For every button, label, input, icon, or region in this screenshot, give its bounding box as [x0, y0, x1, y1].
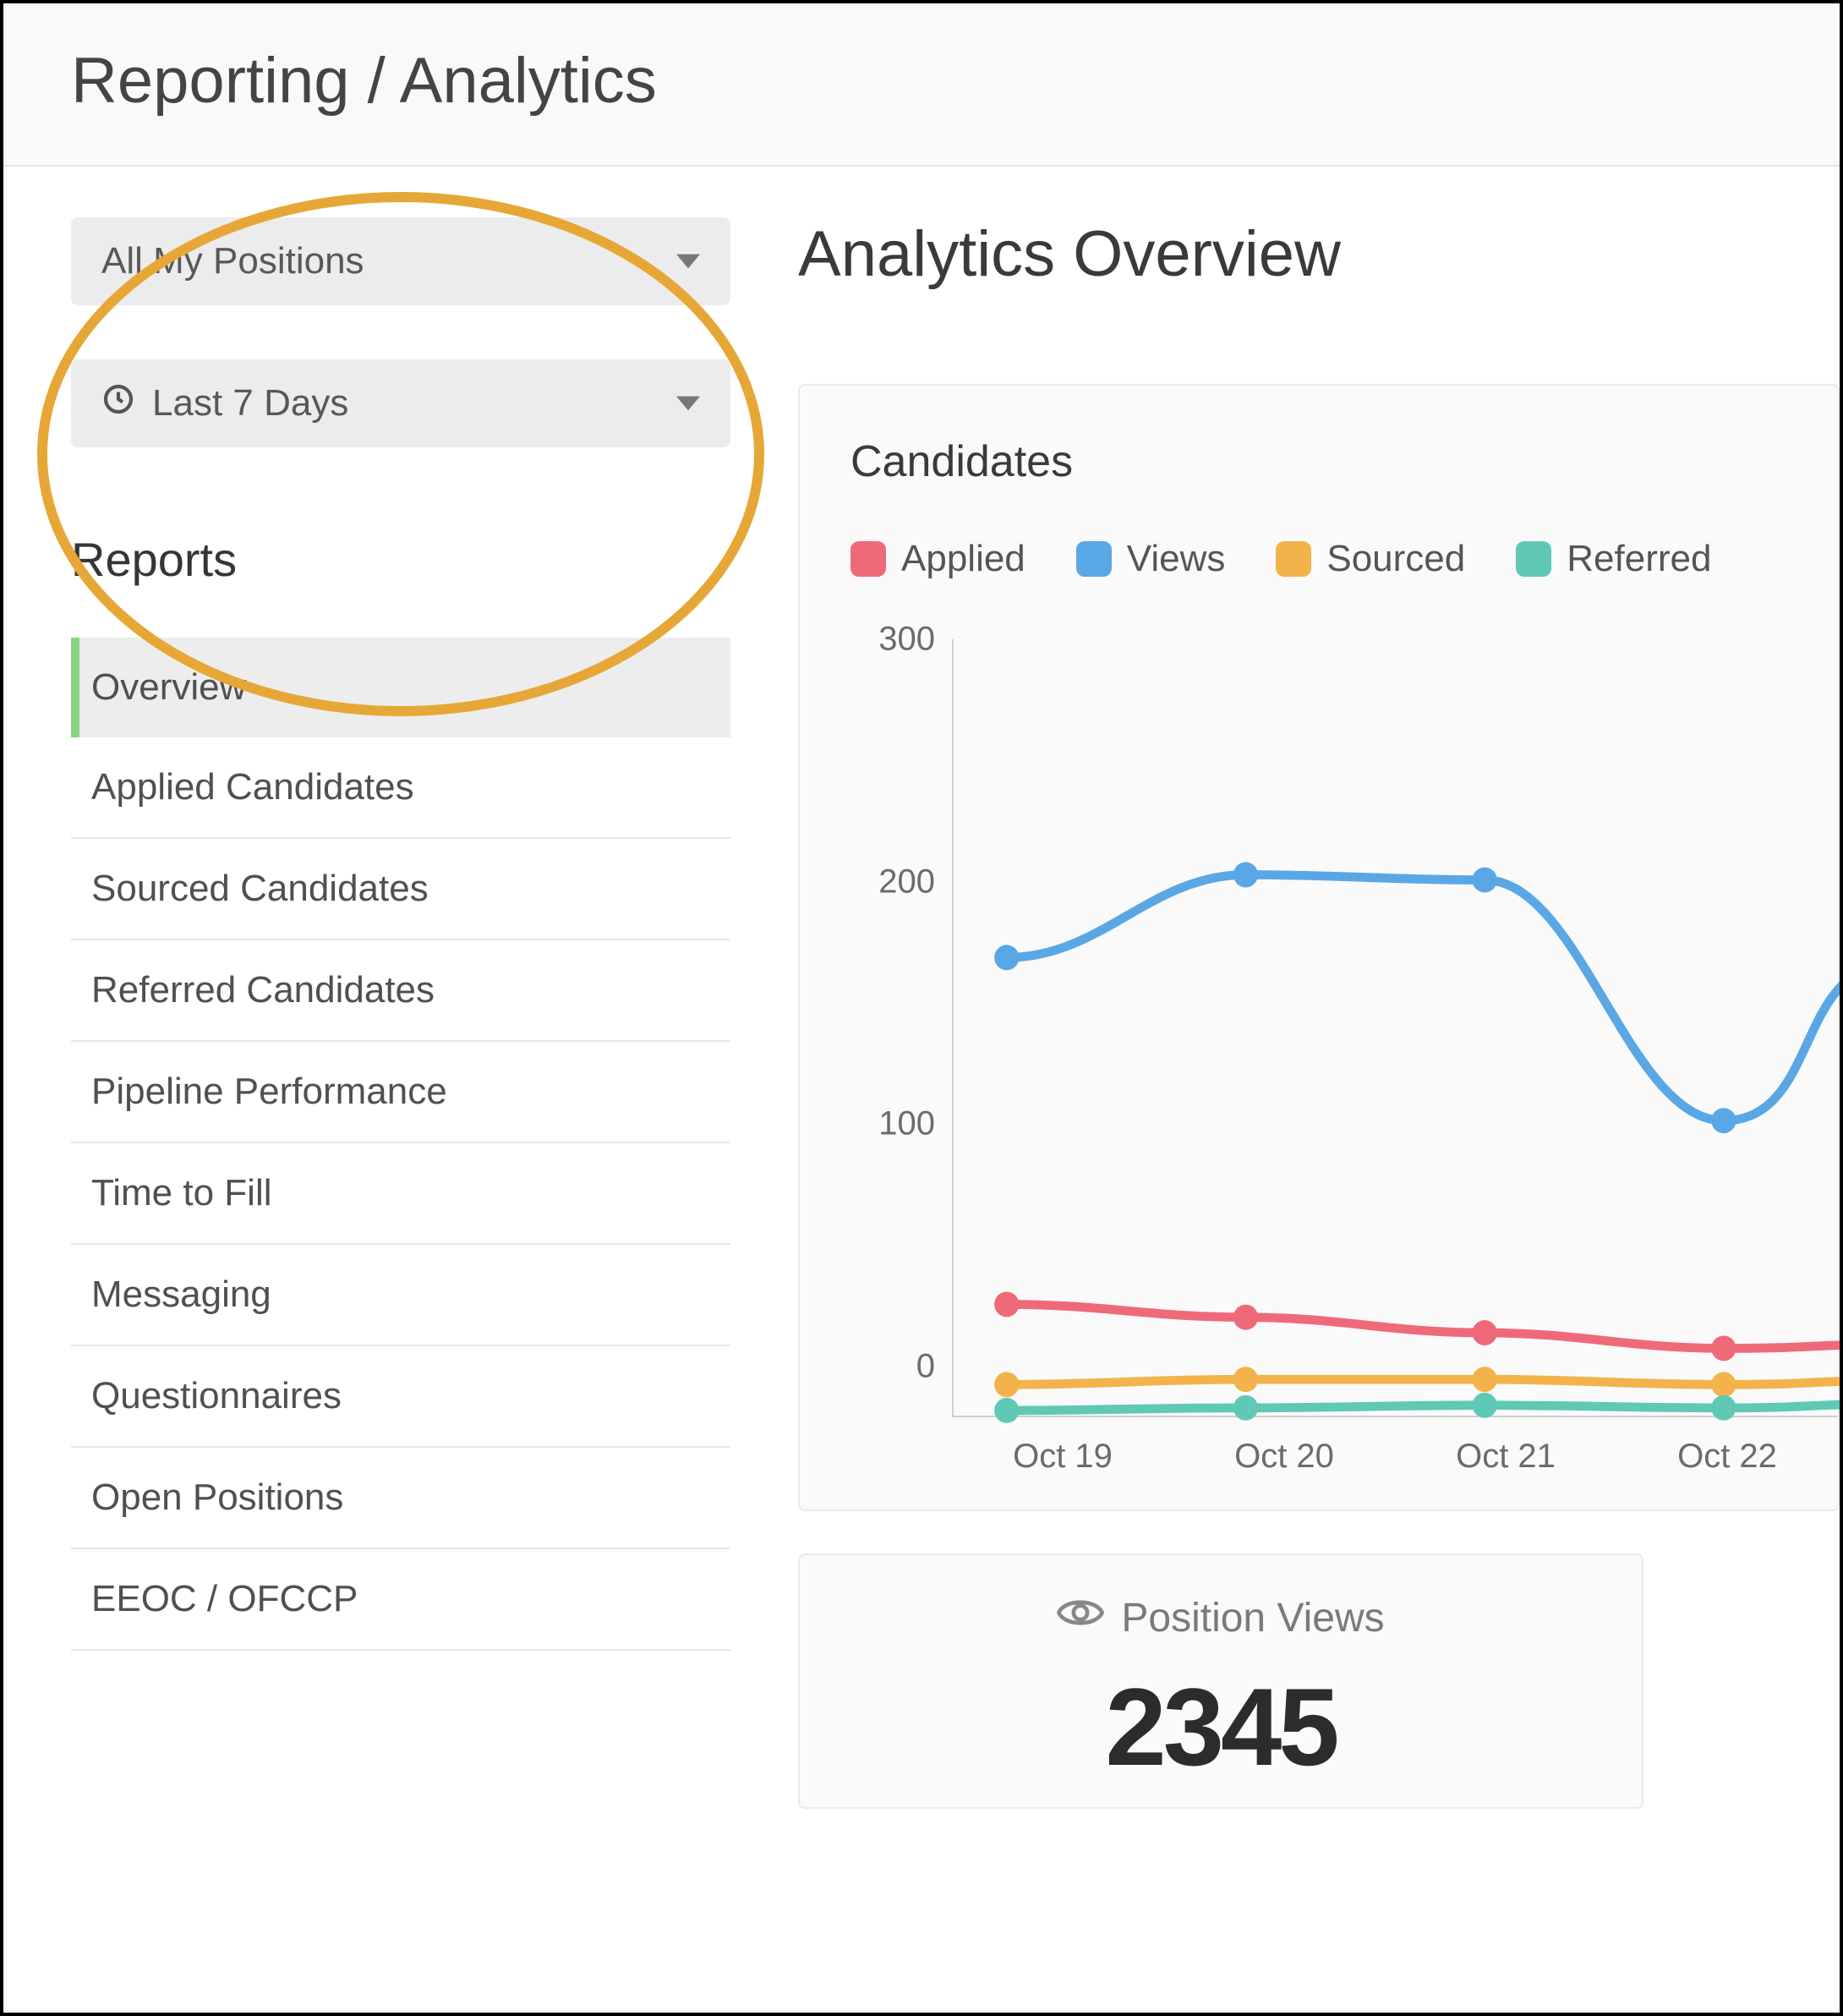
page-header: Reporting / Analytics [3, 3, 1840, 167]
data-point[interactable] [994, 1291, 1019, 1317]
data-point[interactable] [1233, 1395, 1258, 1421]
position-filter-dropdown[interactable]: All My Positions [71, 217, 730, 305]
legend-item-views[interactable]: Views [1076, 538, 1226, 580]
legend-swatch [1276, 541, 1311, 577]
y-tick: 300 [878, 621, 935, 659]
y-tick: 0 [916, 1348, 935, 1386]
position-views-label: Position Views [850, 1589, 1591, 1646]
report-item-sourced-candidates[interactable]: Sourced Candidates [71, 839, 730, 940]
main-content: Analytics Overview Candidates Applied Vie… [747, 167, 1840, 1964]
chart-plot-area [952, 639, 1838, 1417]
report-item-referred-candidates[interactable]: Referred Candidates [71, 940, 730, 1042]
main-title: Analytics Overview [798, 217, 1840, 291]
data-point[interactable] [1711, 1372, 1736, 1397]
chart-legend: Applied Views Sourced Referred [850, 538, 1838, 580]
report-item-eeoc-ofccp[interactable]: EEOC / OFCCP [71, 1549, 730, 1651]
caret-down-icon [676, 382, 700, 425]
data-point[interactable] [994, 945, 1019, 970]
report-item-overview[interactable]: Overview [71, 638, 730, 737]
legend-swatch [1516, 541, 1551, 577]
report-item-questionnaires[interactable]: Questionnaires [71, 1346, 730, 1448]
report-item-time-to-fill[interactable]: Time to Fill [71, 1143, 730, 1245]
legend-label: Referred [1567, 538, 1711, 580]
reports-list: OverviewApplied CandidatesSourced Candid… [71, 638, 730, 1651]
data-point[interactable] [1473, 868, 1497, 893]
data-point[interactable] [994, 1372, 1019, 1397]
eye-icon [1057, 1589, 1104, 1646]
x-label: Oct 19 [952, 1438, 1173, 1476]
data-point[interactable] [1473, 1320, 1497, 1345]
chart-x-axis: Oct 19Oct 20Oct 21Oct 22 [952, 1438, 1838, 1476]
legend-item-referred[interactable]: Referred [1516, 538, 1711, 580]
y-tick: 100 [878, 1105, 935, 1143]
date-filter-dropdown[interactable]: Last 7 Days [71, 359, 730, 447]
data-point[interactable] [1711, 1335, 1736, 1361]
data-point[interactable] [1233, 863, 1258, 888]
position-views-value: 2345 [850, 1663, 1591, 1790]
clock-icon [101, 382, 135, 425]
series-line-views [1007, 874, 1840, 1120]
data-point[interactable] [1233, 1367, 1258, 1392]
legend-label: Applied [901, 538, 1025, 580]
page-title: Reporting / Analytics [71, 44, 1772, 118]
legend-label: Sourced [1326, 538, 1465, 580]
data-point[interactable] [1711, 1395, 1736, 1421]
legend-swatch [1076, 541, 1112, 577]
chart-title: Candidates [850, 436, 1838, 487]
x-label: Oct 21 [1395, 1438, 1616, 1476]
date-filter-label: Last 7 Days [152, 382, 348, 425]
position-views-card: Position Views 2345 [798, 1553, 1643, 1809]
candidates-chart-card: Candidates Applied Views Sourced Referred 0… [798, 384, 1840, 1511]
y-tick: 200 [878, 863, 935, 901]
x-label: Oct 20 [1173, 1438, 1395, 1476]
x-label: Oct 22 [1616, 1438, 1838, 1476]
legend-label: Views [1127, 538, 1226, 580]
legend-item-sourced[interactable]: Sourced [1276, 538, 1465, 580]
data-point[interactable] [1473, 1367, 1497, 1392]
position-filter-label: All My Positions [101, 240, 364, 282]
reports-heading: Reports [71, 532, 714, 587]
sidebar: All My Positions Last 7 Days Reports Ove… [3, 167, 747, 1964]
data-point[interactable] [1711, 1108, 1736, 1133]
data-point[interactable] [1233, 1305, 1258, 1330]
data-point[interactable] [994, 1398, 1019, 1423]
chart-y-axis: 0100200300 [850, 639, 952, 1417]
report-item-messaging[interactable]: Messaging [71, 1245, 730, 1346]
legend-item-applied[interactable]: Applied [850, 538, 1025, 580]
legend-swatch [850, 541, 886, 577]
report-item-open-positions[interactable]: Open Positions [71, 1448, 730, 1549]
report-item-pipeline-performance[interactable]: Pipeline Performance [71, 1042, 730, 1143]
data-point[interactable] [1473, 1393, 1497, 1418]
caret-down-icon [676, 240, 700, 282]
report-item-applied-candidates[interactable]: Applied Candidates [71, 737, 730, 839]
